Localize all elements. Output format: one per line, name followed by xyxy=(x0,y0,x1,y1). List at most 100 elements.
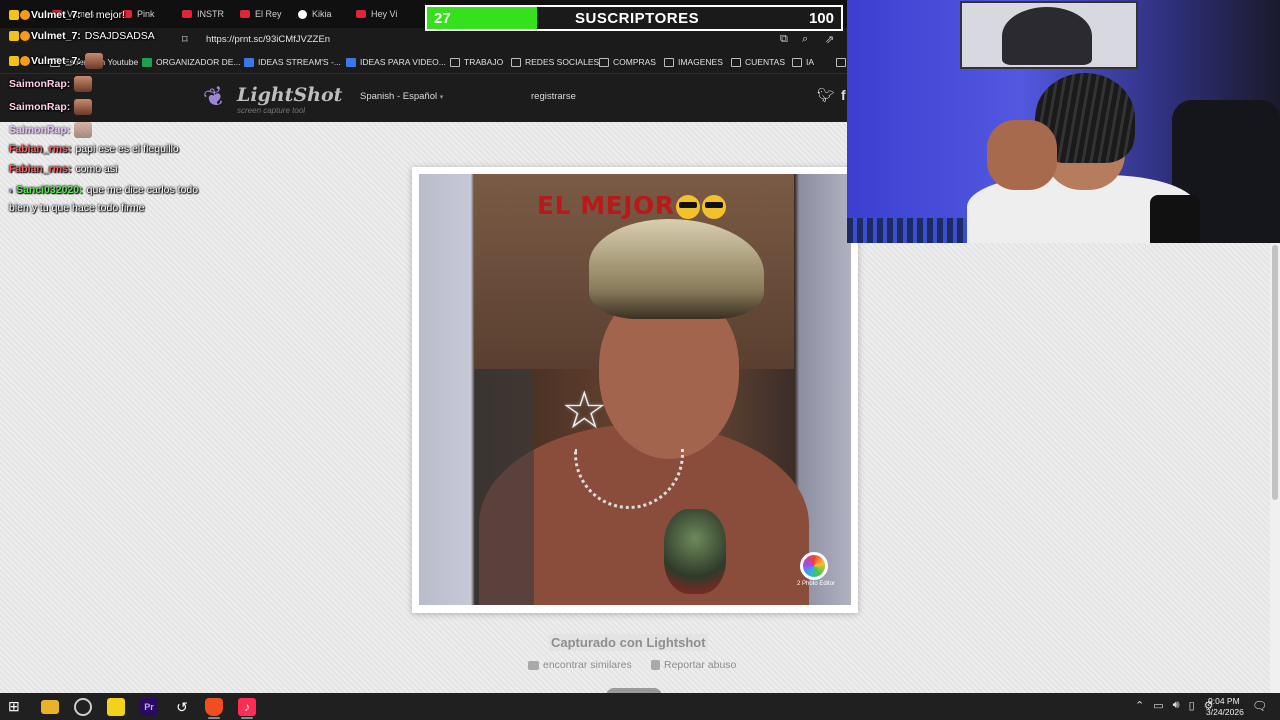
folder-icon xyxy=(450,57,460,67)
bookmark-label: IDEAS STREAM'S -... xyxy=(258,57,341,67)
browser-tab-label: Pink xyxy=(137,9,155,19)
streamer-hand xyxy=(987,120,1057,190)
chat-username[interactable]: SaimonRap: xyxy=(9,101,70,113)
bookmark-label: IDEAS PARA VIDEO... xyxy=(360,57,446,67)
captured-with-lightshot[interactable]: Capturado con Lightshot xyxy=(549,634,708,651)
chat-message: bien y tu que hace todo firme xyxy=(9,202,144,214)
subscriber-goal-bar: 27 SUSCRIPTORES 100 xyxy=(425,5,843,31)
volume-icon[interactable]: 🔊︎ xyxy=(1173,699,1180,712)
crown-badge-icon xyxy=(9,31,19,42)
folder-icon xyxy=(664,57,674,67)
bookmark-item[interactable]: IA xyxy=(792,57,814,67)
lightshot-header: ❦ LightShot screen capture tool Spanish … xyxy=(0,74,847,122)
browser-tab[interactable]: Kikia xyxy=(298,6,332,22)
folder-icon xyxy=(792,57,802,67)
active-app-indicator xyxy=(208,717,220,719)
number-badge-icon xyxy=(20,31,30,42)
twitter-icon[interactable]: 🐦︎ xyxy=(817,87,835,104)
language-selector[interactable]: Spanish - Español ▾ xyxy=(360,91,443,102)
notification-icon[interactable]: 🗨︎ xyxy=(1252,699,1267,713)
chat-emote-icon xyxy=(74,122,93,138)
url-field[interactable]: https://prnt.sc/93iCMfJVZZEn xyxy=(206,34,330,45)
chat-username[interactable]: Vulmet_7: xyxy=(31,30,81,42)
chat-text: que me dice carlos todo xyxy=(86,184,199,196)
share-icon[interactable]: ⇗ xyxy=(825,33,834,46)
bookmark-item[interactable]: CUENTAS xyxy=(731,57,785,67)
bookmark-item[interactable]: ORGANIZADOR DE... xyxy=(142,57,241,67)
clock-date[interactable]: 3/24/2026 xyxy=(1206,707,1244,717)
browser-tab-label: Hey Vi xyxy=(371,9,398,19)
open-external-icon[interactable]: ⧉ xyxy=(780,33,788,46)
report-abuse-link[interactable]: Reportar abuso xyxy=(651,659,736,671)
chat-message: Fabian_rms: papi ese es el flequillo xyxy=(9,143,179,155)
chat-username[interactable]: Fabian_rms: xyxy=(9,163,71,175)
bookmark-label: REDES SOCIALES xyxy=(525,57,600,67)
crown-badge-icon xyxy=(9,10,19,21)
browser-tab[interactable]: El Rey xyxy=(240,6,282,22)
facebook-icon[interactable]: f xyxy=(841,87,846,103)
obs-icon[interactable] xyxy=(74,698,92,716)
chevron-down-icon: ▾ xyxy=(439,94,444,101)
chat-username[interactable]: Vulmet_7: xyxy=(31,55,81,67)
find-similar-link[interactable]: encontrar similares xyxy=(528,659,632,671)
bookmark-item[interactable]: IDEAS PARA VIDEO... xyxy=(346,57,446,67)
chat-username[interactable]: Fabian_rms: xyxy=(9,143,71,155)
photo-editor-label: 2 Photo Editor xyxy=(797,581,836,587)
zoom-icon[interactable]: ⌕ xyxy=(802,33,808,46)
microphone xyxy=(1150,195,1200,243)
chat-username[interactable]: Vulmet_7: xyxy=(31,9,81,21)
system-tray: ⌃ ▭ 🔊︎ ▯ ⚙ xyxy=(1135,699,1214,712)
bookmark-item[interactable]: COMPRAS xyxy=(599,57,656,67)
tiktok-icon[interactable]: ♪ xyxy=(238,698,256,716)
scrollbar-thumb[interactable] xyxy=(1272,245,1278,500)
browser-tab-label: Kikia xyxy=(312,9,332,19)
webcam-feed xyxy=(847,0,1280,243)
chat-message: Vulmet_7: xyxy=(9,53,103,69)
screenshot-image[interactable]: EL MEJOR ☆ 2 Photo Editor xyxy=(419,174,851,605)
folder-icon xyxy=(511,57,521,67)
lightshot-logo[interactable]: ❦ LightShot screen capture tool xyxy=(199,79,342,116)
browser-tab[interactable]: Hey Vi xyxy=(356,6,397,22)
windows-start-icon[interactable]: ⊞ xyxy=(8,698,26,716)
chat-message: Vulmet_7: el mejor! xyxy=(9,9,125,21)
dark-shade xyxy=(474,369,534,605)
subscriber-count: 27 xyxy=(434,10,451,27)
register-link[interactable]: registrarse xyxy=(531,91,576,102)
flag-icon xyxy=(651,660,660,670)
bookmark-label: TRABAJO xyxy=(464,57,504,67)
sticky-app-icon[interactable] xyxy=(107,698,125,716)
bookmark-item[interactable]: REDES SOCIALES xyxy=(511,57,599,67)
page-scrollbar[interactable] xyxy=(1270,243,1280,693)
network-icon[interactable]: ▭ xyxy=(1153,699,1163,712)
file-explorer-icon[interactable] xyxy=(41,700,59,714)
chat-message: SaimonRap: xyxy=(9,76,93,92)
browser-tab[interactable]: INSTR xyxy=(182,6,224,22)
clock-time[interactable]: 9:04 PM xyxy=(1208,696,1240,706)
chevron-up-icon[interactable]: ⌃ xyxy=(1135,699,1144,712)
bookmark-icon[interactable]: ⌑ xyxy=(182,33,188,46)
chat-username[interactable]: SaimonRap: xyxy=(9,124,70,136)
bookmark-item[interactable]: TRABAJO xyxy=(450,57,503,67)
crown-badge-icon xyxy=(9,56,19,66)
joker-sticker xyxy=(664,509,726,594)
chat-username[interactable]: Sanci032020: xyxy=(16,184,83,196)
battery-icon[interactable]: ▯ xyxy=(1189,699,1195,712)
capcut-icon[interactable]: ↺ xyxy=(173,698,191,716)
brave-browser-icon[interactable] xyxy=(205,698,223,716)
sunglasses-emoji-icon xyxy=(676,195,701,219)
star-earring-icon: ☆ xyxy=(561,382,608,440)
camera-icon xyxy=(528,660,539,670)
active-app-indicator xyxy=(241,717,253,719)
chat-text: el mejor! xyxy=(84,9,126,21)
bookmark-label: COMPRAS xyxy=(613,57,656,67)
sheets-icon xyxy=(142,57,152,67)
bookmark-label: ORGANIZADOR DE... xyxy=(156,57,241,67)
browser-tab[interactable]: Pink xyxy=(122,6,155,22)
bookmark-item[interactable]: IMAGENES xyxy=(664,57,723,67)
bookmark-item[interactable]: IDEAS STREAM'S -... xyxy=(244,57,341,67)
chat-username[interactable]: SaimonRap: xyxy=(9,78,70,90)
chat-text: como asi xyxy=(75,163,118,175)
bookmark-label: IA xyxy=(806,57,815,67)
moderator-badge-icon: ◐ xyxy=(9,186,17,195)
premiere-pro-icon[interactable]: Pr xyxy=(140,698,158,716)
